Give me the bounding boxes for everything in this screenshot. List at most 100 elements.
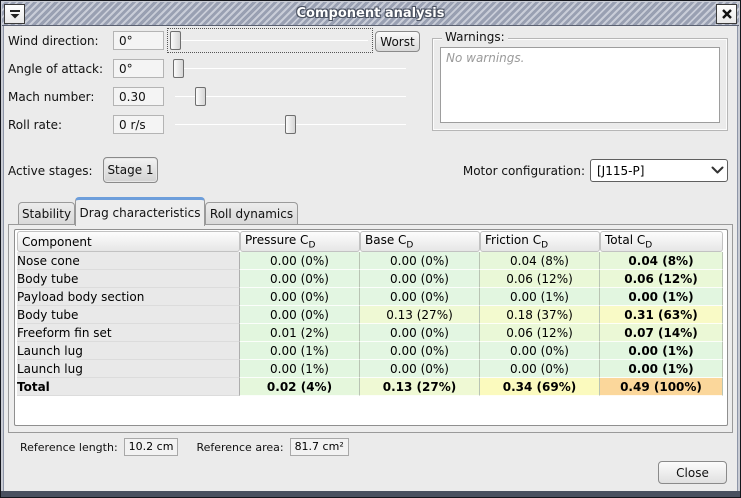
component-cell: Nose cone <box>17 252 240 270</box>
value-cell: 0.00 (0%) <box>480 360 600 378</box>
slider-thumb[interactable] <box>285 115 296 134</box>
motor-configuration-value: [J115-P] <box>591 164 707 178</box>
column-header-4[interactable]: Total CD <box>600 231 723 252</box>
value-cell: 0.04 (8%) <box>600 252 723 270</box>
value-cell: 0.06 (12%) <box>480 324 600 342</box>
window-menu-button[interactable] <box>4 4 25 24</box>
value-cell: 0.06 (12%) <box>600 270 723 288</box>
table-row[interactable]: Payload body section0.00 (0%)0.00 (0%)0.… <box>17 288 723 306</box>
worst-button[interactable]: Worst <box>375 31 420 52</box>
value-cell: 0.49 (100%) <box>600 378 723 396</box>
slider-track <box>172 40 368 41</box>
table-row[interactable]: Body tube0.00 (0%)0.13 (27%)0.18 (37%)0.… <box>17 306 723 324</box>
slider-track <box>175 96 406 97</box>
value-cell: 0.13 (27%) <box>360 306 480 324</box>
value-cell: 0.13 (27%) <box>360 378 480 396</box>
control-value-input-1[interactable] <box>113 59 164 78</box>
control-value-input-3[interactable] <box>113 115 164 134</box>
motor-configuration-select[interactable]: [J115-P] <box>590 159 728 182</box>
table-scrollpane[interactable]: ComponentPressure CDBase CDFriction CDTo… <box>14 229 728 426</box>
value-cell: 0.00 (0%) <box>240 270 360 288</box>
component-cell: Freeform fin set <box>17 324 240 342</box>
table-row[interactable]: Body tube0.00 (0%)0.00 (0%)0.06 (12%)0.0… <box>17 270 723 288</box>
value-cell: 0.31 (63%) <box>600 306 723 324</box>
control-slider-0[interactable] <box>170 31 370 50</box>
stage-1-toggle-button[interactable]: Stage 1 <box>103 157 158 183</box>
value-cell: 0.00 (0%) <box>360 252 480 270</box>
table-row[interactable]: Nose cone0.00 (0%)0.00 (0%)0.04 (8%)0.04… <box>17 252 723 270</box>
value-cell: 0.01 (2%) <box>240 324 360 342</box>
value-cell: 0.00 (0%) <box>360 324 480 342</box>
control-slider-2[interactable] <box>173 87 408 106</box>
component-analysis-window: Component analysis Wind direction: Worst A… <box>0 0 741 498</box>
tab-roll-dynamics[interactable]: Roll dynamics <box>205 202 298 225</box>
value-cell: 0.00 (1%) <box>480 288 600 306</box>
control-slider-1[interactable] <box>173 59 408 78</box>
value-cell: 0.00 (0%) <box>480 342 600 360</box>
value-cell: 0.00 (1%) <box>600 342 723 360</box>
control-slider-3[interactable] <box>173 115 408 134</box>
drag-tab-panel: ComponentPressure CDBase CDFriction CDTo… <box>8 224 733 433</box>
value-cell: 0.00 (0%) <box>240 252 360 270</box>
table-row[interactable]: Launch lug0.00 (1%)0.00 (0%)0.00 (0%)0.0… <box>17 342 723 360</box>
component-cell: Launch lug <box>17 342 240 360</box>
value-cell: 0.00 (0%) <box>360 270 480 288</box>
value-cell: 0.07 (14%) <box>600 324 723 342</box>
table-row[interactable]: Freeform fin set0.01 (2%)0.00 (0%)0.06 (… <box>17 324 723 342</box>
column-header-1[interactable]: Pressure CD <box>240 231 360 252</box>
component-cell: Body tube <box>17 306 240 324</box>
table-row[interactable]: Total0.02 (4%)0.13 (27%)0.34 (69%)0.49 (… <box>17 378 723 396</box>
value-cell: 0.00 (0%) <box>240 288 360 306</box>
warnings-list: No warnings. <box>440 47 720 123</box>
warnings-title: Warnings: <box>442 30 508 44</box>
slider-thumb[interactable] <box>173 59 184 78</box>
component-cell: Body tube <box>17 270 240 288</box>
value-cell: 0.00 (1%) <box>240 342 360 360</box>
slider-thumb[interactable] <box>195 87 206 106</box>
table-row[interactable]: Launch lug0.00 (1%)0.00 (0%)0.00 (0%)0.0… <box>17 360 723 378</box>
close-button[interactable]: Close <box>658 461 727 484</box>
value-cell: 0.18 (37%) <box>480 306 600 324</box>
window-menu-icon <box>9 8 21 20</box>
column-header-2[interactable]: Base CD <box>360 231 480 252</box>
value-cell: 0.34 (69%) <box>480 378 600 396</box>
reference-info-row: Reference length: 10.2 cm Reference area… <box>20 438 349 456</box>
value-cell: 0.00 (0%) <box>360 288 480 306</box>
motor-configuration-label: Motor configuration: <box>440 164 585 178</box>
control-label-3: Roll rate: <box>8 118 62 132</box>
control-value-input-0[interactable] <box>113 31 164 50</box>
window-close-button[interactable] <box>716 4 737 24</box>
reference-area-value: 81.7 cm² <box>290 438 349 456</box>
control-label-0: Wind direction: <box>8 34 99 48</box>
value-cell: 0.00 (1%) <box>600 288 723 306</box>
column-header-3[interactable]: Friction CD <box>480 231 600 252</box>
reference-length-label: Reference length: <box>20 441 118 454</box>
value-cell: 0.00 (1%) <box>600 360 723 378</box>
drag-table: ComponentPressure CDBase CDFriction CDTo… <box>17 231 723 396</box>
control-value-input-2[interactable] <box>113 87 164 106</box>
value-cell: 0.00 (1%) <box>240 360 360 378</box>
active-stages-label: Active stages: <box>8 164 93 178</box>
value-cell: 0.06 (12%) <box>480 270 600 288</box>
value-cell: 0.00 (0%) <box>360 360 480 378</box>
tab-drag-characteristics[interactable]: Drag characteristics <box>75 197 205 226</box>
reference-length-value: 10.2 cm <box>124 438 179 456</box>
tab-stability[interactable]: Stability <box>18 202 75 225</box>
control-label-1: Angle of attack: <box>8 62 103 76</box>
column-header-0[interactable]: Component <box>17 231 240 252</box>
close-icon <box>721 8 733 20</box>
window-title: Component analysis <box>2 6 739 21</box>
reference-area-label: Reference area: <box>196 441 283 454</box>
value-cell: 0.02 (4%) <box>240 378 360 396</box>
component-cell: Payload body section <box>17 288 240 306</box>
value-cell: 0.04 (8%) <box>480 252 600 270</box>
warnings-group: Warnings: No warnings. <box>432 30 728 131</box>
value-cell: 0.00 (0%) <box>240 306 360 324</box>
table-header-row: ComponentPressure CDBase CDFriction CDTo… <box>17 231 723 252</box>
component-cell: Launch lug <box>17 360 240 378</box>
slider-thumb[interactable] <box>170 31 181 50</box>
titlebar: Component analysis <box>2 2 739 26</box>
value-cell: 0.00 (0%) <box>360 342 480 360</box>
component-cell: Total <box>17 378 240 396</box>
control-label-2: Mach number: <box>8 90 94 104</box>
